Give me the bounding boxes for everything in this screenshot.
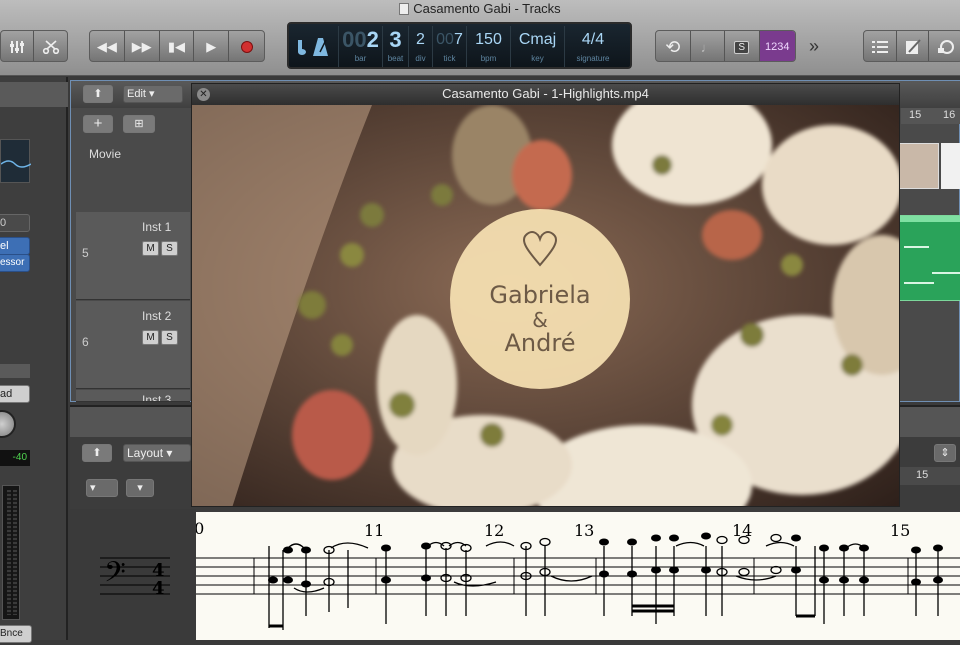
svg-text:André: André	[505, 329, 576, 357]
score-paper: 10 11 12 13 14 15	[184, 512, 960, 640]
lcd-beat: 3 beat	[383, 26, 409, 67]
solo-button[interactable]: S	[161, 330, 178, 345]
document-icon	[399, 3, 410, 15]
scissors-icon[interactable]	[34, 31, 67, 61]
solo-button[interactable]: S	[161, 241, 178, 256]
measure-number: 13	[574, 521, 594, 540]
metronome-icon[interactable]	[289, 26, 339, 67]
movie-window[interactable]: ✕ Casamento Gabi - 1-Highlights.mp4 Gabr	[191, 83, 900, 507]
track-stack-button[interactable]: ⊞	[123, 115, 155, 133]
count-in-toggle[interactable]: 1234	[759, 31, 795, 61]
timeline-ruler[interactable]: 15 16	[901, 108, 960, 124]
editor-buttons	[863, 30, 960, 62]
lcd-div: 2 div	[409, 26, 433, 67]
lcd-display[interactable]: 002 bar 3 beat 2 div 007 tick 150 bpm Cmaj key…	[287, 22, 632, 69]
pan-knob[interactable]	[0, 410, 16, 438]
bass-clef-icon: 𝄢	[104, 556, 126, 596]
filter-icon[interactable]: ▾	[86, 479, 118, 497]
lcd-tick: 007 tick	[433, 26, 467, 67]
notepad-icon[interactable]	[897, 31, 930, 61]
edit-menu[interactable]: Edit ▾	[123, 85, 183, 103]
measure-number: 12	[484, 521, 504, 540]
measure-number: 10	[196, 519, 204, 538]
list-editor-icon[interactable]	[864, 31, 897, 61]
cycle-icon[interactable]: ⟲	[656, 31, 691, 61]
notation-staff: 10 11 12 13 14 15	[184, 519, 960, 630]
tuner-icon[interactable]: ♩	[691, 31, 725, 61]
play-icon[interactable]: ▶	[194, 31, 230, 61]
measure-number: 15	[890, 521, 910, 540]
compressor-plugin-slot[interactable]: essor	[0, 254, 30, 272]
track-header[interactable]: Inst 3	[76, 390, 190, 402]
solo-toggle[interactable]: S	[725, 31, 760, 61]
layout-menu[interactable]: Layout ▾	[123, 444, 191, 462]
movie-thumbnail	[899, 143, 939, 189]
fast-forward-icon[interactable]: ▶▶	[125, 31, 160, 61]
track-header[interactable]: 5 Inst 1 MS	[76, 212, 190, 300]
svg-text:4: 4	[152, 578, 165, 598]
eq-plugin-slot[interactable]: el EQ	[0, 237, 30, 268]
collapse-icon[interactable]: ▾	[126, 479, 154, 497]
clef-and-time-signature: 𝄢 4 4	[100, 556, 170, 598]
close-icon[interactable]: ✕	[197, 88, 210, 101]
mixer-icon[interactable]	[1, 31, 35, 61]
view-buttons	[0, 30, 68, 62]
mode-buttons: ⟲ ♩ S 1234	[655, 30, 796, 62]
level-meter	[2, 485, 20, 620]
measure-number: 11	[364, 521, 384, 540]
catch-up-icon[interactable]: ⬆	[82, 444, 112, 462]
automation-mode-button[interactable]: ad	[0, 385, 30, 403]
loop-browser-icon[interactable]	[929, 31, 960, 61]
fader-value: -40	[0, 450, 30, 466]
go-to-start-icon[interactable]: ▮◀	[160, 31, 195, 61]
mute-button[interactable]: M	[142, 330, 159, 345]
record-icon[interactable]	[229, 31, 264, 61]
catch-up-icon[interactable]: ⬆	[83, 85, 113, 103]
lcd-bar: 002 bar	[339, 26, 383, 67]
movie-frame: Gabriela & André	[192, 85, 899, 506]
midi-region[interactable]	[899, 215, 960, 301]
mute-button[interactable]: M	[142, 241, 159, 256]
rewind-icon[interactable]: ◀◀	[90, 31, 125, 61]
track-header[interactable]: 6 Inst 2 MS	[76, 301, 190, 389]
timeline-ruler[interactable]: 15	[900, 467, 960, 485]
add-track-button[interactable]: +	[83, 115, 113, 133]
eq-thumbnail[interactable]	[0, 139, 32, 183]
inspector: 0 el EQ essor ad -40 Bnce	[0, 77, 68, 643]
lcd-key[interactable]: Cmaj key	[511, 26, 565, 67]
control-bar: Casamento Gabi - Tracks ◀◀ ▶▶ ▮◀ ▶ 002 ba…	[0, 0, 960, 76]
movie-window-titlebar[interactable]: ✕ Casamento Gabi - 1-Highlights.mp4	[192, 84, 899, 105]
zoom-stepper[interactable]: ⇕	[934, 444, 956, 462]
bounce-button[interactable]: Bnce	[0, 625, 32, 643]
more-icon[interactable]: »	[800, 30, 828, 62]
svg-text:Gabriela: Gabriela	[489, 281, 590, 309]
window-title: Casamento Gabi - Tracks	[0, 1, 960, 16]
movie-thumbnail	[941, 143, 960, 189]
transport-controls: ◀◀ ▶▶ ▮◀ ▶	[89, 30, 265, 62]
input-slot[interactable]: 0	[0, 214, 30, 232]
lcd-signature[interactable]: 4/4 signature	[565, 26, 621, 67]
movie-track-label: Movie	[89, 147, 122, 161]
lcd-tempo[interactable]: 150 bpm	[467, 26, 511, 67]
